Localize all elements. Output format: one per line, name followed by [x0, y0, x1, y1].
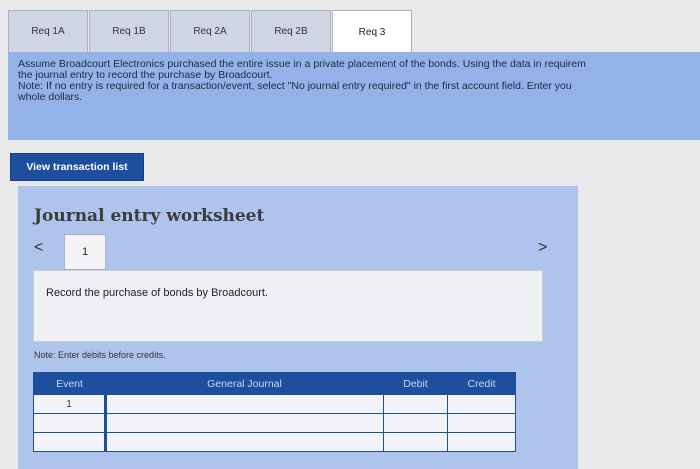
instructions-note: Note: If no entry is required for a tran…: [18, 80, 572, 92]
event-cell: [33, 432, 106, 452]
tab-req-2a[interactable]: Req 2A: [170, 10, 250, 52]
table-row: [33, 413, 516, 433]
header-general-journal: General Journal: [105, 372, 384, 395]
header-debit: Debit: [383, 372, 448, 395]
description-text: Record the purchase of bonds by Broadcou…: [46, 287, 268, 299]
account-select[interactable]: [104, 432, 384, 452]
instructions-note: whole dollars.: [18, 91, 83, 103]
account-select[interactable]: [104, 413, 384, 433]
transaction-description: Record the purchase of bonds by Broadcou…: [33, 270, 543, 342]
table-row: 1: [33, 394, 516, 414]
event-cell: 1: [33, 394, 106, 414]
account-select[interactable]: [104, 394, 384, 414]
tab-req-1b[interactable]: Req 1B: [89, 10, 169, 52]
debit-credit-note: Note: Enter debits before credits.: [34, 350, 166, 360]
tab-req-1a[interactable]: Req 1A: [8, 10, 88, 52]
worksheet-title: Journal entry worksheet: [34, 206, 265, 226]
credit-input[interactable]: [447, 394, 516, 414]
header-credit: Credit: [447, 372, 516, 395]
view-transaction-list-button[interactable]: View transaction list: [10, 153, 144, 181]
worksheet-page-tab[interactable]: 1: [64, 234, 106, 270]
requirement-tabs: Req 1A Req 1B Req 2A Req 2B Req 3: [8, 10, 413, 53]
chevron-right-icon[interactable]: >: [538, 239, 547, 257]
table-row: [33, 432, 516, 452]
instructions-panel: Assume Broadcourt Electronics purchased …: [8, 52, 700, 140]
debit-input[interactable]: [383, 394, 448, 414]
chevron-left-icon[interactable]: <: [34, 239, 43, 257]
credit-input[interactable]: [447, 432, 516, 452]
journal-entry-table: Event General Journal Debit Credit 1: [33, 372, 516, 452]
event-cell: [33, 413, 106, 433]
debit-input[interactable]: [383, 413, 448, 433]
header-event: Event: [33, 372, 106, 395]
credit-input[interactable]: [447, 413, 516, 433]
tab-req-3[interactable]: Req 3: [332, 10, 412, 53]
debit-input[interactable]: [383, 432, 448, 452]
journal-entry-worksheet: Journal entry worksheet < 1 > Record the…: [18, 186, 578, 469]
tab-req-2b[interactable]: Req 2B: [251, 10, 331, 52]
